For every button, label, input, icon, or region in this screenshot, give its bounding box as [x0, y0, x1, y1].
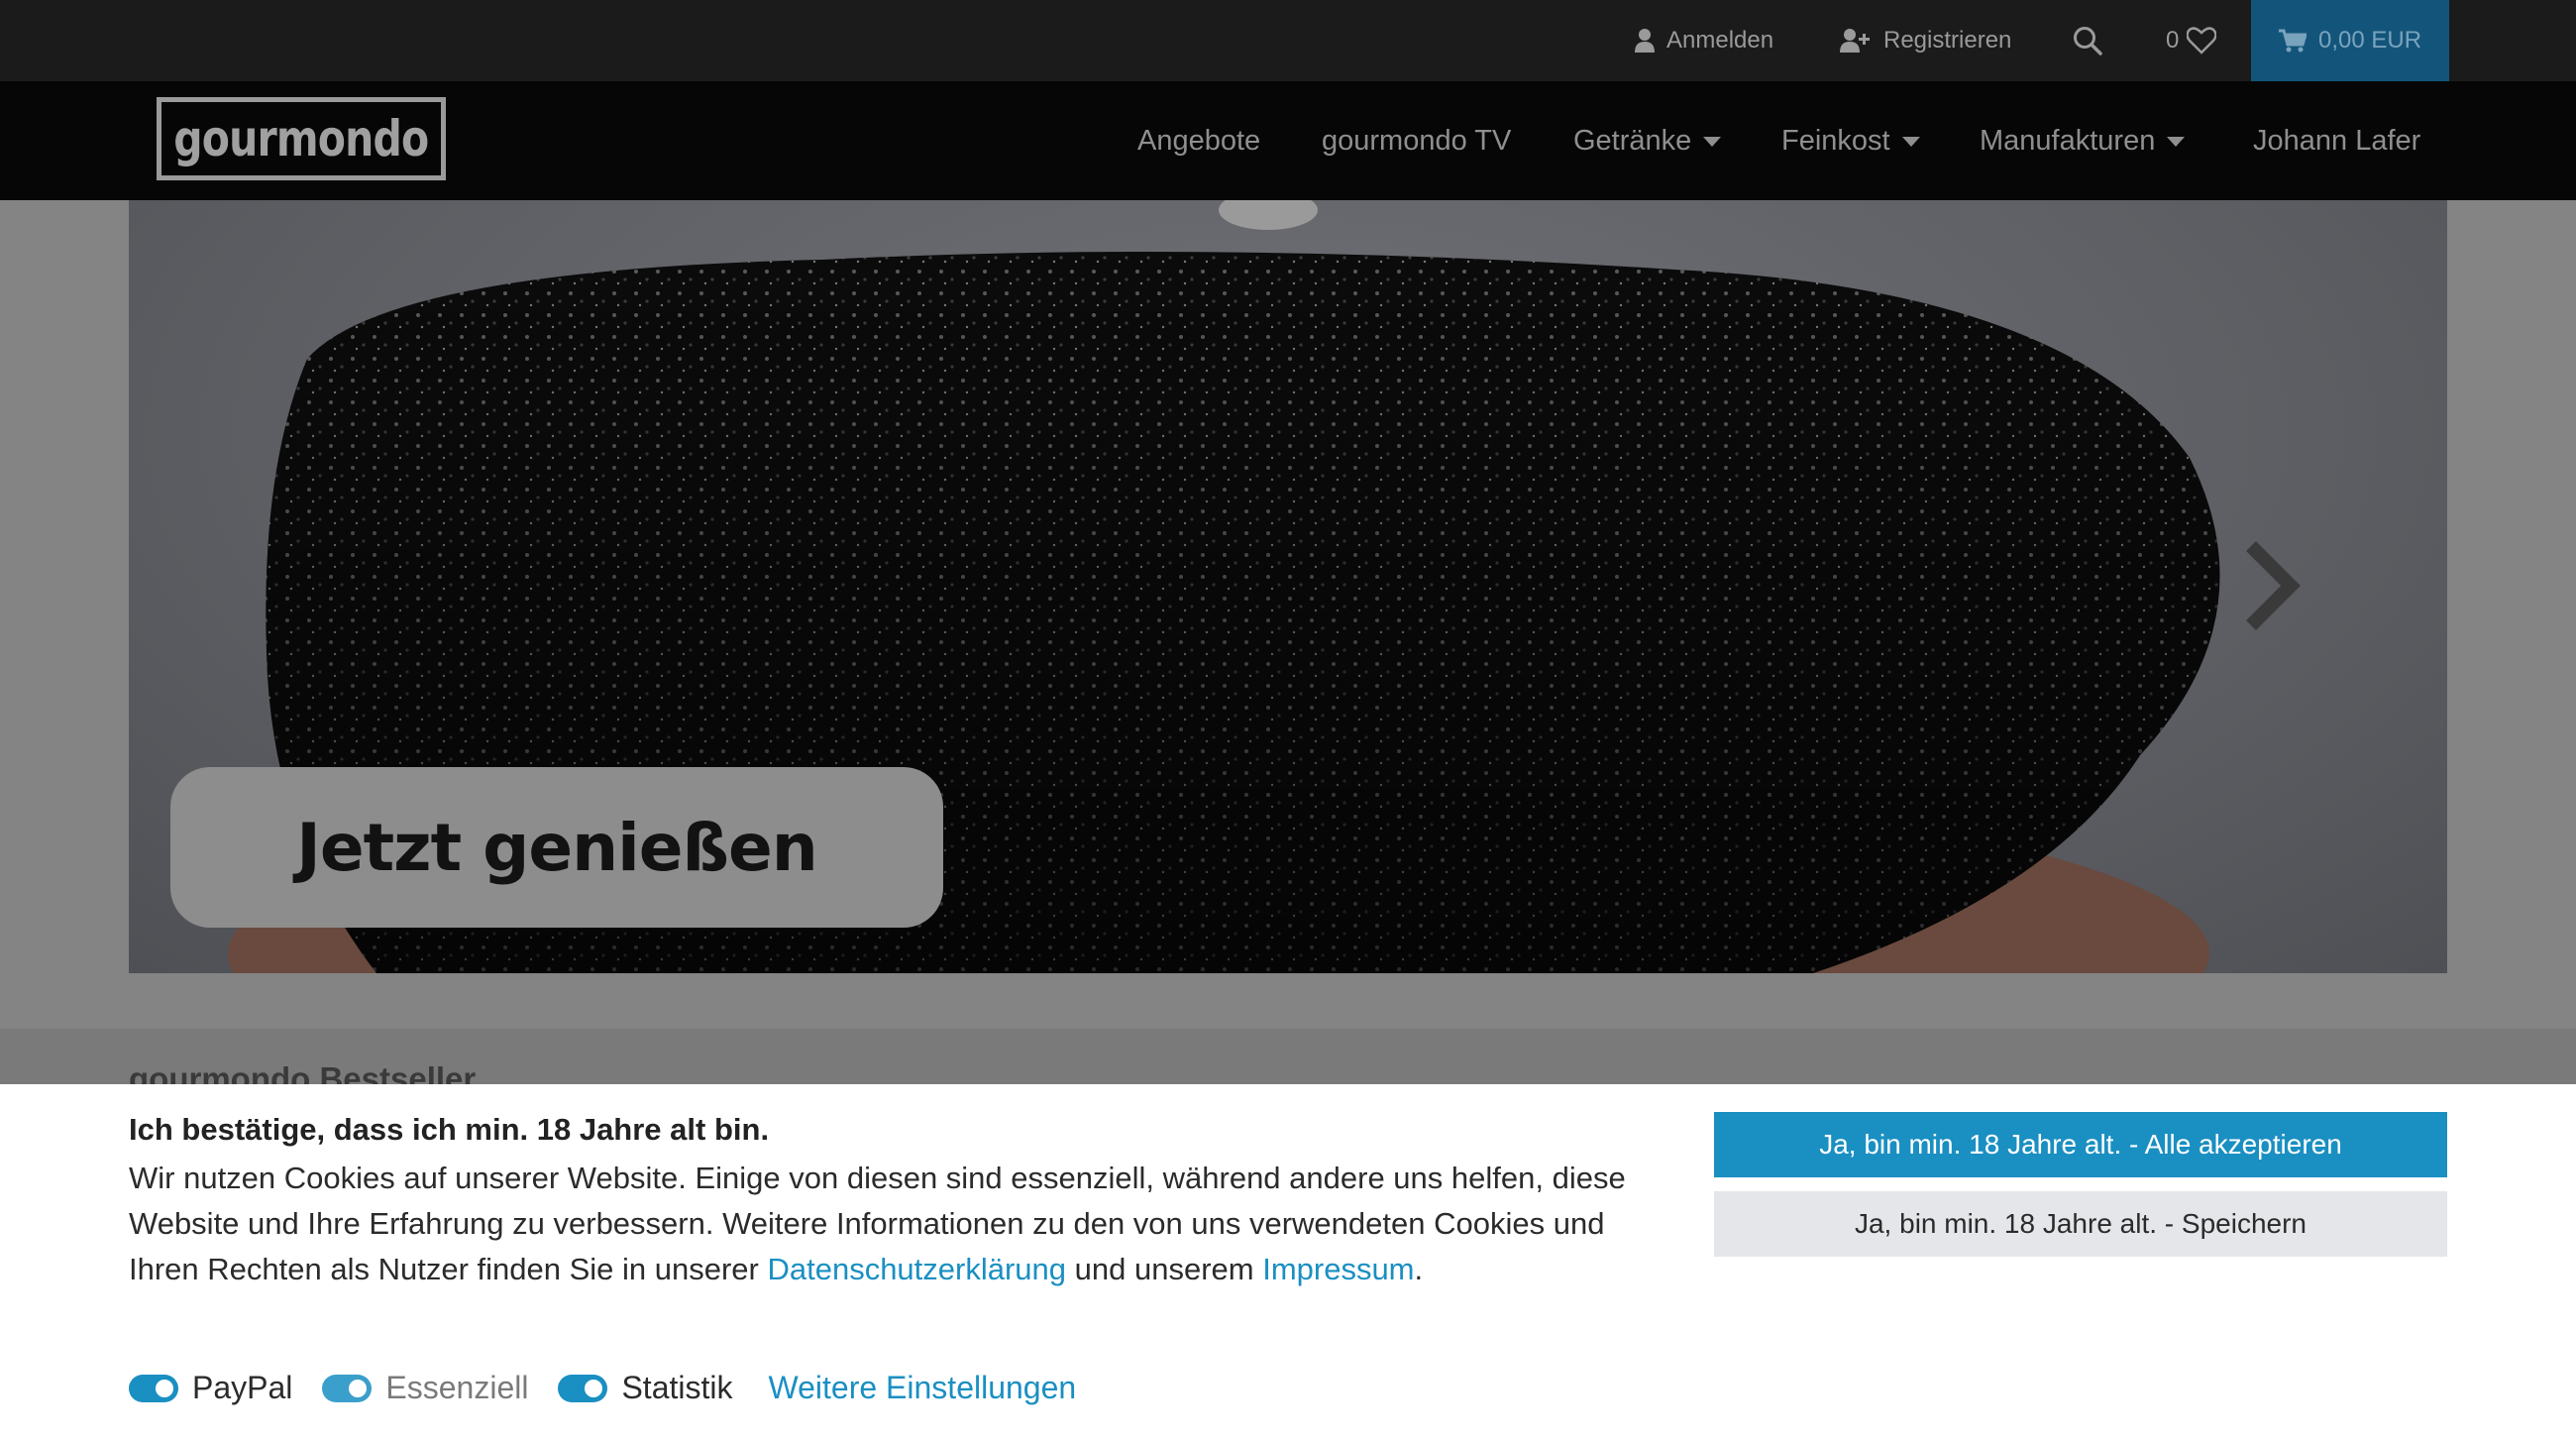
nav-item-label: Angebote	[1137, 124, 1261, 157]
cookie-banner: Ich bestätige, dass ich min. 18 Jahre al…	[0, 1084, 2576, 1441]
user-plus-icon	[1840, 29, 1870, 53]
toggle-label: Statistik	[621, 1370, 733, 1405]
toggle-switch[interactable]	[558, 1374, 608, 1402]
caret-down-icon	[1703, 137, 1722, 147]
site-logo[interactable]: gourmondo	[157, 97, 446, 180]
nav-item-angebote[interactable]: Angebote	[1137, 81, 1260, 200]
toggle-paypal[interactable]: PayPal	[129, 1370, 292, 1406]
user-icon	[1635, 29, 1655, 53]
toggle-statistics[interactable]: Statistik	[558, 1370, 732, 1406]
register-label: Registrieren	[1883, 27, 2012, 54]
nav-item-johann-lafer[interactable]: Johann Lafer	[2253, 81, 2420, 200]
nav-item-label: Johann Lafer	[2253, 124, 2421, 157]
nav-item-label: Feinkost	[1781, 124, 1890, 157]
cookie-toggles: PayPal Essenziell Statistik Weitere Eins…	[129, 1370, 1076, 1406]
cart-button[interactable]: 0,00 EUR	[2251, 0, 2449, 81]
nav-item-manufakturen[interactable]: Manufakturen	[1980, 81, 2186, 200]
nav-item-getraenke[interactable]: Getränke	[1573, 81, 1722, 200]
caret-down-icon	[2167, 137, 2186, 147]
imprint-link[interactable]: Impressum	[1262, 1252, 1414, 1286]
wishlist-button[interactable]: 0	[2166, 0, 2228, 81]
section-title: gourmondo Bestseller	[129, 1060, 477, 1086]
nav-item-label: gourmondo TV	[1322, 124, 1512, 157]
search-button[interactable]	[2073, 0, 2114, 81]
hero-cta-label: Jetzt genießen	[296, 809, 817, 886]
cart-total: 0,00 EUR	[2317, 27, 2422, 54]
wishlist-count: 0	[2166, 27, 2180, 54]
toggle-label: Essenziell	[385, 1370, 529, 1405]
nav-item-label: Manufakturen	[1980, 124, 2156, 157]
nav-item-gourmondo-tv[interactable]: gourmondo TV	[1322, 81, 1511, 200]
save-button[interactable]: Ja, bin min. 18 Jahre alt. - Speichern	[1714, 1191, 2447, 1257]
accept-all-button[interactable]: Ja, bin min. 18 Jahre alt. - Alle akzept…	[1714, 1112, 2447, 1177]
more-settings-link[interactable]: Weitere Einstellungen	[768, 1370, 1076, 1406]
hero-cta-button[interactable]: Jetzt genießen	[170, 767, 943, 928]
toggle-label: PayPal	[192, 1370, 293, 1405]
caret-down-icon	[1901, 137, 1920, 147]
toggle-switch[interactable]	[129, 1374, 178, 1402]
login-label: Anmelden	[1666, 27, 1774, 54]
heart-icon	[2187, 27, 2217, 55]
cart-icon	[2278, 29, 2307, 53]
cookie-text-part: .	[1414, 1252, 1424, 1286]
cookie-title: Ich bestätige, dass ich min. 18 Jahre al…	[129, 1112, 770, 1147]
nav-item-label: Getränke	[1573, 124, 1692, 157]
main-nav: gourmondo Angebote gourmondo TV Getränke…	[0, 81, 2576, 200]
logo-text: gourmondo	[173, 110, 429, 167]
toggle-switch	[322, 1374, 373, 1402]
top-bar: Anmelden Registrieren 0 0,00 EUR	[0, 0, 2576, 81]
cookie-text: Wir nutzen Cookies auf unserer Website. …	[129, 1156, 1655, 1292]
nav-item-feinkost[interactable]: Feinkost	[1781, 81, 1920, 200]
cookie-text-part: und unserem	[1066, 1252, 1263, 1286]
login-link[interactable]: Anmelden	[1635, 0, 1773, 81]
toggle-essential: Essenziell	[322, 1370, 528, 1406]
privacy-link[interactable]: Datenschutzerklärung	[767, 1252, 1066, 1286]
chevron-right-icon[interactable]	[2241, 541, 2301, 630]
register-link[interactable]: Registrieren	[1840, 0, 2011, 81]
search-icon	[2074, 27, 2102, 55]
